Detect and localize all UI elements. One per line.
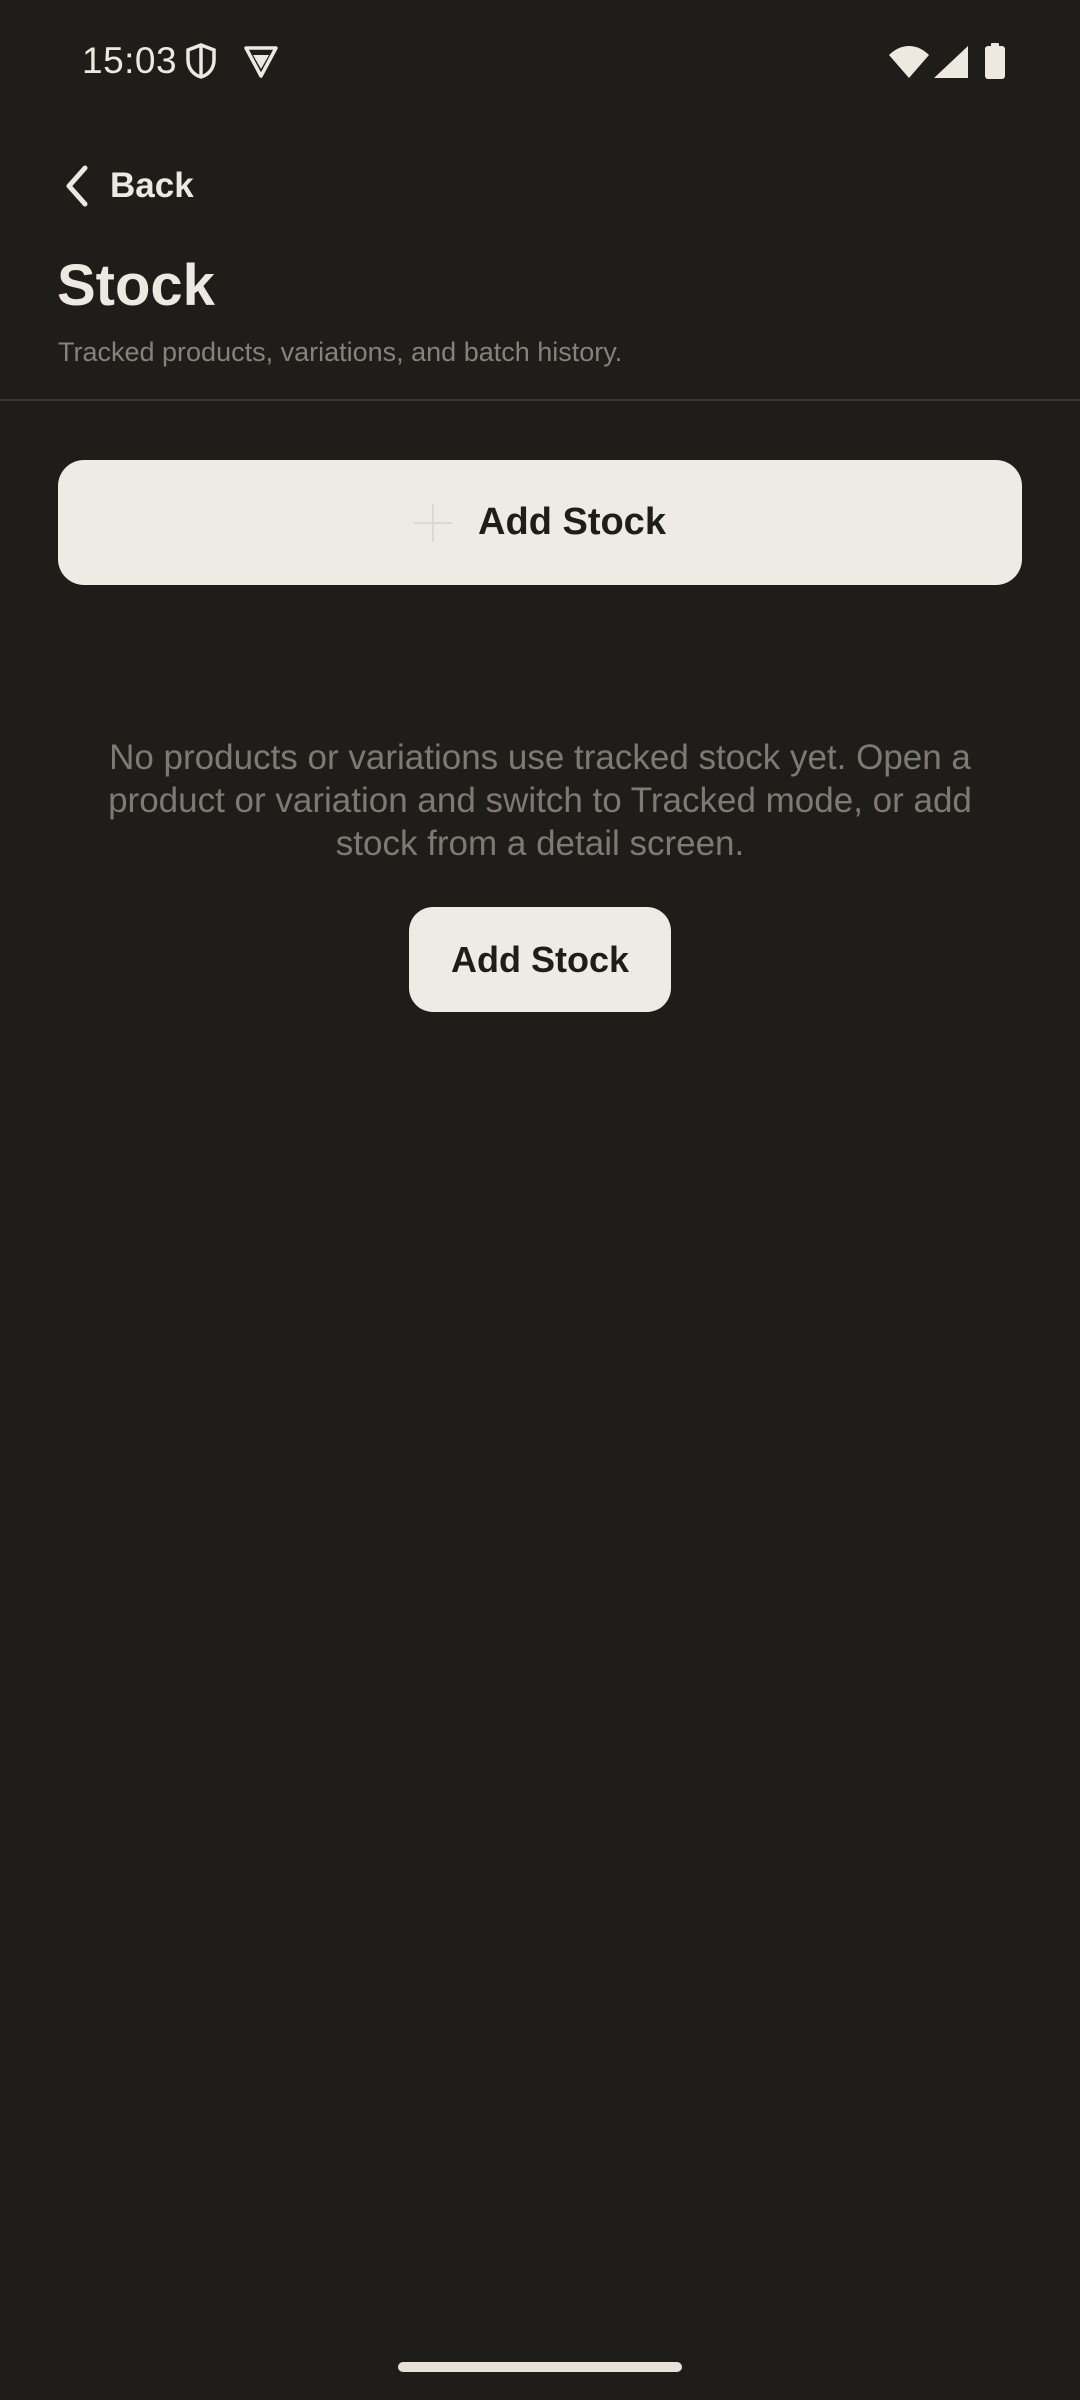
stock-screen: 15:03 Back Stock Tracked products, varia… [0, 0, 1080, 2400]
empty-state-message: No products or variations use tracked st… [108, 738, 972, 863]
empty-state-add-stock-label: Add Stock [450, 938, 629, 980]
signal-icon [934, 46, 968, 78]
add-stock-button-label: Add Stock [478, 501, 666, 543]
home-indicator[interactable] [398, 2362, 682, 2372]
page-title: Stock [57, 253, 215, 318]
battery-icon [985, 43, 1005, 79]
vpn-icon [242, 42, 280, 80]
chevron-left-icon [60, 164, 94, 208]
status-bar: 15:03 [0, 0, 1080, 128]
wifi-icon [889, 46, 929, 78]
header-divider [0, 399, 1080, 401]
shield-icon [184, 42, 218, 80]
page-subtitle: Tracked products, variations, and batch … [58, 337, 623, 367]
add-stock-button[interactable]: Add Stock [58, 460, 1022, 585]
status-time: 15:03 [82, 40, 178, 81]
plus-icon [414, 503, 453, 542]
back-label: Back [110, 166, 194, 205]
back-button[interactable]: Back [60, 150, 194, 222]
empty-state-add-stock-button[interactable]: Add Stock [409, 907, 671, 1012]
